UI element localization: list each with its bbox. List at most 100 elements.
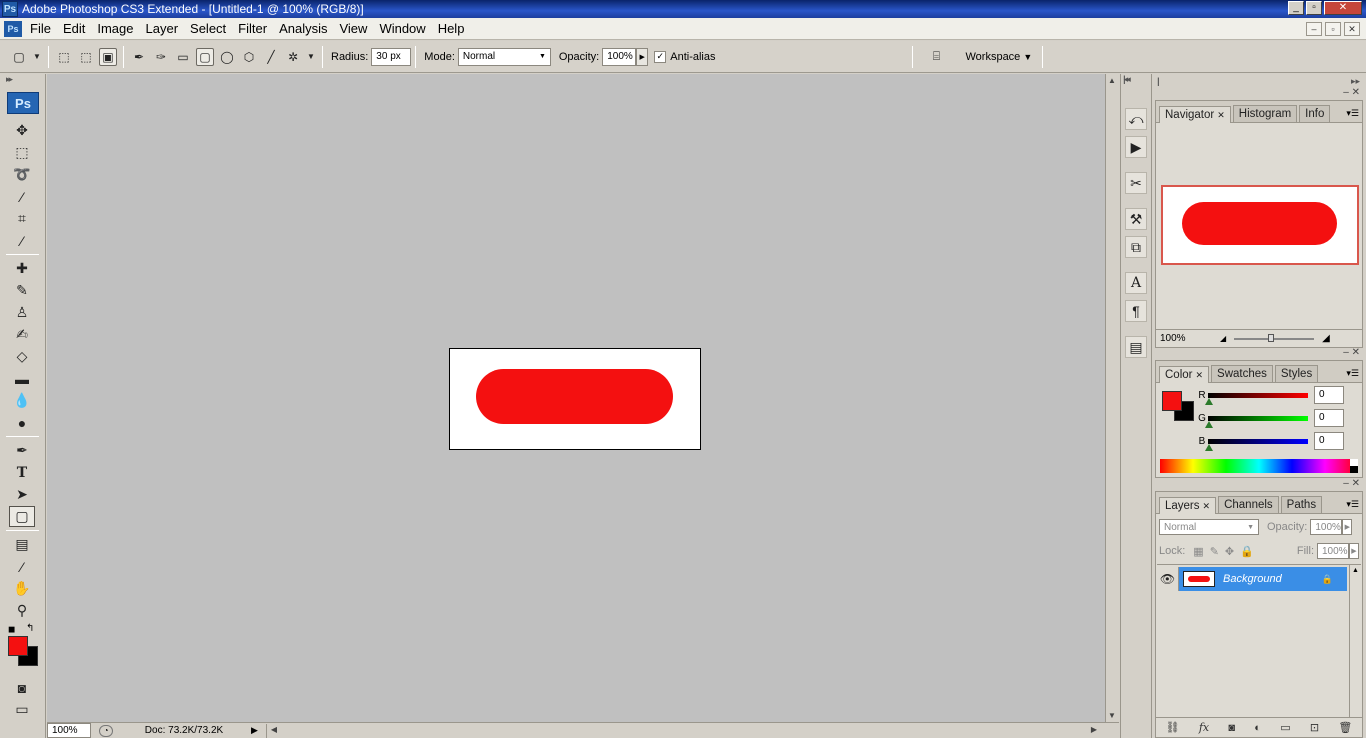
foreground-color-swatch[interactable]: [8, 636, 28, 656]
adjustment-layer-icon[interactable]: ◐: [1254, 722, 1261, 734]
rounded-rectangle-tool-icon[interactable]: ▢: [9, 506, 35, 527]
dock-collapse-icon[interactable]: ▸▸: [1351, 76, 1360, 87]
restore-button[interactable]: ▫: [1306, 1, 1322, 15]
scroll-up-icon[interactable]: ▲: [1108, 76, 1116, 85]
visibility-eye-icon[interactable]: 👁: [1157, 567, 1179, 591]
swap-colors-icon[interactable]: ↰: [26, 623, 34, 634]
zoom-tool-icon[interactable]: ⚲: [9, 600, 35, 621]
color-foreground-swatch[interactable]: [1162, 391, 1182, 411]
menu-view[interactable]: View: [333, 21, 373, 36]
navigator-zoom-input[interactable]: 100%: [1156, 332, 1210, 346]
history-panel-icon[interactable]: ⤺: [1125, 108, 1147, 130]
doc-close-button[interactable]: ✕: [1344, 22, 1360, 36]
menu-filter[interactable]: Filter: [232, 21, 273, 36]
brushes-panel-icon[interactable]: ✂: [1125, 172, 1147, 194]
workspace-button[interactable]: Workspace: [965, 51, 1020, 63]
navigator-thumbnail[interactable]: [1161, 185, 1359, 265]
quick-mask-icon[interactable]: ◙: [9, 677, 35, 698]
menu-window[interactable]: Window: [373, 21, 431, 36]
red-value-input[interactable]: 0: [1314, 386, 1344, 404]
color-spectrum-ramp[interactable]: [1160, 459, 1358, 473]
line-icon[interactable]: ╱: [262, 48, 280, 66]
slice-tool-icon[interactable]: ⁄: [9, 230, 35, 251]
new-group-icon[interactable]: ▭: [1280, 721, 1290, 734]
shape-layers-icon[interactable]: ⬚: [55, 48, 73, 66]
menu-image[interactable]: Image: [91, 21, 139, 36]
preset-dropdown-icon[interactable]: ▼: [32, 48, 42, 66]
layers-panel-controls-icon[interactable]: – ✕: [1343, 478, 1360, 489]
clone-source-panel-icon[interactable]: ⧉: [1125, 236, 1147, 258]
healing-brush-tool-icon[interactable]: ✚: [9, 258, 35, 279]
layer-opacity-input[interactable]: 100%: [1310, 519, 1343, 535]
tool-presets-panel-icon[interactable]: ⚒: [1125, 208, 1147, 230]
menu-analysis[interactable]: Analysis: [273, 21, 333, 36]
eyedropper-tool-icon[interactable]: ⁄: [9, 556, 35, 577]
tab-paths[interactable]: Paths: [1280, 496, 1323, 513]
path-selection-tool-icon[interactable]: ➤: [9, 484, 35, 505]
blur-tool-icon[interactable]: 💧: [9, 390, 35, 411]
freeform-pen-icon[interactable]: ✑: [152, 48, 170, 66]
radius-input[interactable]: 30 px: [371, 47, 412, 66]
hand-tool-icon[interactable]: ✋: [9, 578, 35, 599]
scroll-left-icon[interactable]: ◀: [271, 725, 277, 734]
document-logo-icon[interactable]: Ps: [4, 20, 22, 37]
blue-slider[interactable]: [1205, 438, 1308, 451]
paragraph-panel-icon[interactable]: ¶: [1125, 300, 1147, 322]
opacity-slider-arrow-icon[interactable]: ▶: [636, 47, 649, 66]
lasso-tool-icon[interactable]: ➰: [9, 164, 35, 185]
toolbox-logo[interactable]: Ps: [7, 92, 39, 114]
navigator-panel-controls-icon[interactable]: – ✕: [1343, 87, 1360, 98]
close-button[interactable]: ✕: [1324, 1, 1362, 15]
strip-collapse-icon[interactable]: ||◂◂: [1121, 74, 1151, 88]
tab-color[interactable]: Color ✕: [1159, 366, 1210, 383]
opacity-arrow-icon[interactable]: ▶: [1342, 519, 1353, 535]
rounded-rectangle-shape[interactable]: [476, 369, 673, 424]
status-info-icon[interactable]: ◔: [99, 724, 113, 737]
doc-restore-button[interactable]: ▫: [1325, 22, 1341, 36]
lock-all-icon[interactable]: 🔒: [1240, 545, 1254, 558]
toolbox-collapse-icon[interactable]: ▸▸: [0, 74, 45, 86]
eraser-tool-icon[interactable]: ◇: [9, 346, 35, 367]
tool-preset-rounded-rect-icon[interactable]: ▢: [10, 48, 28, 66]
menu-layer[interactable]: Layer: [140, 21, 185, 36]
tab-styles[interactable]: Styles: [1274, 365, 1319, 382]
geometry-options-icon[interactable]: ▼: [306, 48, 316, 66]
dock-grip-icon[interactable]: ||: [1157, 76, 1159, 86]
document-canvas[interactable]: [449, 348, 701, 450]
blend-mode-select[interactable]: Normal ▼: [1159, 519, 1259, 535]
tab-layers[interactable]: Layers ✕: [1159, 497, 1217, 514]
gradient-tool-icon[interactable]: ▬: [9, 368, 35, 389]
color-panel-controls-icon[interactable]: – ✕: [1343, 347, 1360, 358]
zoom-input[interactable]: 100%: [47, 723, 91, 738]
layer-name[interactable]: Background: [1223, 573, 1282, 585]
antialias-checkbox[interactable]: ✓: [654, 50, 667, 63]
crop-tool-icon[interactable]: ⌗: [9, 208, 35, 229]
green-value-input[interactable]: 0: [1314, 409, 1344, 427]
history-brush-tool-icon[interactable]: ✍: [9, 324, 35, 345]
brush-tool-icon[interactable]: ✎: [9, 280, 35, 301]
scroll-down-icon[interactable]: ▼: [1108, 711, 1116, 720]
lock-position-icon[interactable]: ✥: [1225, 545, 1234, 558]
blue-value-input[interactable]: 0: [1314, 432, 1344, 450]
zoom-out-icon[interactable]: ◢: [1220, 334, 1226, 343]
menu-select[interactable]: Select: [184, 21, 232, 36]
red-slider[interactable]: [1205, 392, 1308, 405]
move-tool-icon[interactable]: ✥: [9, 120, 35, 141]
menu-edit[interactable]: Edit: [57, 21, 91, 36]
tab-swatches[interactable]: Swatches: [1211, 365, 1273, 382]
delete-layer-icon[interactable]: 🗑: [1338, 721, 1352, 734]
lock-transparency-icon[interactable]: ▦: [1193, 545, 1203, 558]
navigator-zoom-slider[interactable]: [1234, 333, 1315, 342]
panel-menu-icon[interactable]: ▾☰: [1343, 499, 1362, 513]
status-menu-arrow-icon[interactable]: ▶: [251, 725, 258, 736]
new-layer-icon[interactable]: ⊡: [1310, 721, 1319, 734]
panel-menu-icon[interactable]: ▾☰: [1343, 368, 1362, 382]
polygon-icon[interactable]: ⬡: [240, 48, 258, 66]
vertical-scrollbar[interactable]: ▲ ▼: [1105, 74, 1119, 722]
scroll-right-icon[interactable]: ▶: [1091, 725, 1097, 734]
rectangle-icon[interactable]: ▭: [174, 48, 192, 66]
menu-help[interactable]: Help: [432, 21, 471, 36]
type-tool-icon[interactable]: T: [9, 462, 35, 483]
tab-histogram[interactable]: Histogram: [1232, 105, 1298, 122]
magic-wand-tool-icon[interactable]: ⁄: [9, 186, 35, 207]
